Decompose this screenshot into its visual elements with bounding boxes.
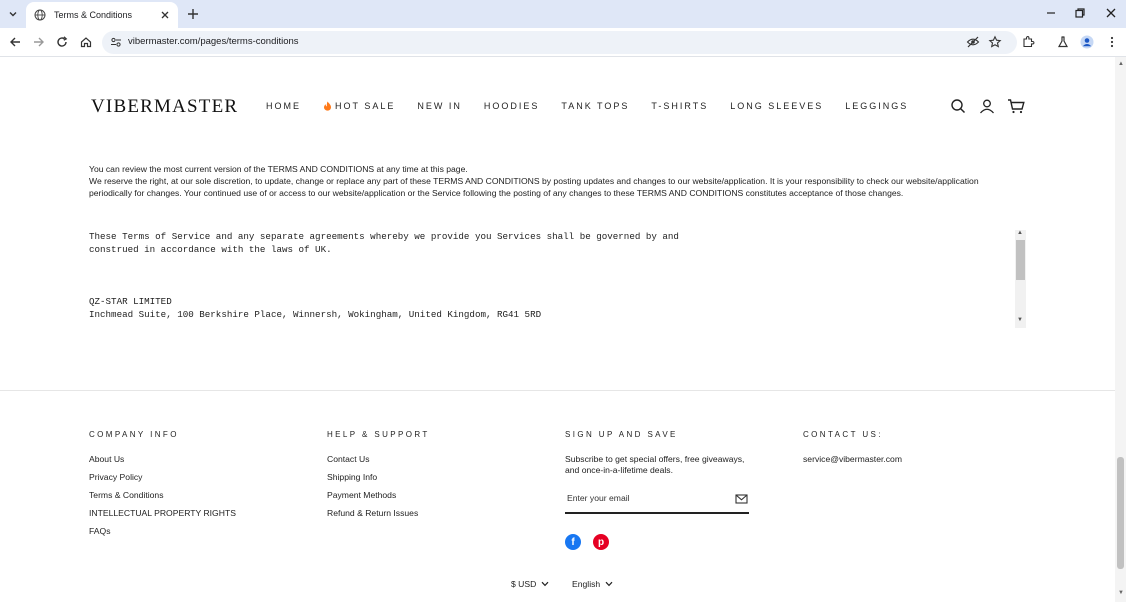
- page-scroll-up-icon[interactable]: ▲: [1118, 61, 1124, 67]
- tab-search-chevron-icon[interactable]: [4, 5, 22, 23]
- company-name: QZ-STAR LIMITED: [89, 296, 172, 307]
- scroll-down-arrow-icon[interactable]: ▼: [1017, 317, 1023, 323]
- footer-link-ip-rights[interactable]: INTELLECTUAL PROPERTY RIGHTS: [89, 508, 236, 518]
- language-selector[interactable]: English: [572, 579, 613, 589]
- footer-link-contact-us[interactable]: Contact Us: [327, 454, 430, 464]
- forward-arrow-icon[interactable]: [32, 35, 46, 49]
- close-window-icon[interactable]: [1105, 7, 1117, 19]
- chevron-down-icon: [605, 581, 613, 587]
- restore-icon[interactable]: [1074, 7, 1086, 19]
- globe-icon: [34, 9, 46, 21]
- governing-law-line: construed in accordance with the laws of…: [89, 244, 332, 255]
- footer-company-info: COMPANY INFO About Us Privacy Policy Ter…: [89, 430, 236, 544]
- main-nav: HOME HOT SALE NEW IN HOODIES TANK TOPS T…: [266, 101, 930, 111]
- terms-paragraph: We reserve the right, at our sole discre…: [89, 176, 979, 198]
- browser-toolbar: vibermaster.com/pages/terms-conditions: [0, 28, 1126, 57]
- page-viewport: VIBERMASTER HOME HOT SALE NEW IN HOODIES…: [0, 57, 1115, 602]
- nav-home[interactable]: HOME: [266, 101, 301, 111]
- footer-link-privacy-policy[interactable]: Privacy Policy: [89, 472, 236, 482]
- currency-selector[interactable]: $ USD: [511, 579, 549, 589]
- newsletter-form: [565, 489, 749, 514]
- nav-long-sleeves[interactable]: LONG SLEEVES: [730, 101, 823, 111]
- chevron-down-icon: [541, 581, 549, 587]
- page-scrollbar[interactable]: ▲ ▼: [1115, 57, 1126, 602]
- footer-divider: [0, 390, 1115, 391]
- footer-heading: HELP & SUPPORT: [327, 430, 430, 439]
- reload-icon[interactable]: [55, 35, 69, 49]
- signup-description: Subscribe to get special offers, free gi…: [565, 454, 745, 475]
- tab-title: Terms & Conditions: [54, 10, 133, 20]
- site-info-icon[interactable]: [110, 36, 122, 48]
- search-icon[interactable]: [950, 98, 966, 114]
- page-scroll-thumb[interactable]: [1117, 457, 1124, 569]
- footer-help-support: HELP & SUPPORT Contact Us Shipping Info …: [327, 430, 430, 526]
- nav-t-shirts[interactable]: T-SHIRTS: [651, 101, 708, 111]
- textbox-scrollbar[interactable]: ▲ ▼: [1015, 230, 1026, 328]
- mail-submit-icon[interactable]: [735, 493, 748, 505]
- footer-link-terms[interactable]: Terms & Conditions: [89, 490, 236, 500]
- cart-icon[interactable]: [1007, 98, 1025, 114]
- footer-link-shipping-info[interactable]: Shipping Info: [327, 472, 430, 482]
- pinterest-icon[interactable]: p: [593, 534, 609, 550]
- page-scroll-down-icon[interactable]: ▼: [1118, 590, 1124, 596]
- governing-law-line: These Terms of Service and any separate …: [89, 231, 679, 242]
- nav-leggings[interactable]: LEGGINGS: [845, 101, 908, 111]
- profile-avatar-icon[interactable]: [1080, 35, 1094, 49]
- labs-flask-icon[interactable]: [1056, 35, 1070, 49]
- extensions-icon[interactable]: [1021, 35, 1035, 49]
- footer-heading: CONTACT US:: [803, 430, 883, 439]
- textbox-scroll-thumb[interactable]: [1016, 240, 1025, 280]
- footer-heading: COMPANY INFO: [89, 430, 179, 439]
- nav-hoodies[interactable]: HOODIES: [484, 101, 540, 111]
- browser-tab[interactable]: Terms & Conditions: [26, 2, 178, 28]
- browser-menu-icon[interactable]: [1105, 35, 1119, 49]
- scroll-up-arrow-icon[interactable]: ▲: [1017, 230, 1023, 236]
- facebook-icon[interactable]: f: [565, 534, 581, 550]
- currency-value: $ USD: [511, 579, 537, 589]
- browser-tab-bar: Terms & Conditions: [0, 0, 1126, 28]
- email-input[interactable]: [567, 493, 717, 503]
- footer-link-payment-methods[interactable]: Payment Methods: [327, 490, 430, 500]
- footer-link-about-us[interactable]: About Us: [89, 454, 236, 464]
- back-arrow-icon[interactable]: [8, 35, 22, 49]
- terms-paragraph: You can review the most current version …: [89, 164, 468, 174]
- account-icon[interactable]: [979, 98, 995, 114]
- home-icon[interactable]: [79, 35, 93, 49]
- new-tab-icon[interactable]: [186, 7, 200, 21]
- terms-text: You can review the most current version …: [89, 163, 1014, 199]
- nav-hot-sale[interactable]: HOT SALE: [323, 101, 395, 111]
- footer-link-refund-return[interactable]: Refund & Return Issues: [327, 508, 430, 518]
- flame-icon: [324, 101, 331, 111]
- contact-email-link[interactable]: service@vibermaster.com: [803, 454, 902, 464]
- url-text: vibermaster.com/pages/terms-conditions: [128, 36, 299, 47]
- nav-new-in[interactable]: NEW IN: [417, 101, 462, 111]
- governing-law-textbox[interactable]: These Terms of Service and any separate …: [89, 230, 1025, 328]
- minimize-icon[interactable]: [1045, 7, 1057, 19]
- address-bar[interactable]: vibermaster.com/pages/terms-conditions: [102, 31, 1017, 54]
- footer-contact: CONTACT US: service@vibermaster.com: [803, 430, 902, 472]
- site-logo[interactable]: VIBERMASTER: [91, 96, 238, 118]
- bookmark-star-icon[interactable]: [988, 35, 1002, 49]
- footer-heading: SIGN UP AND SAVE: [565, 430, 678, 439]
- close-tab-icon[interactable]: [160, 10, 170, 20]
- company-address: Inchmead Suite, 100 Berkshire Place, Win…: [89, 309, 542, 320]
- language-value: English: [572, 579, 601, 589]
- nav-tank-tops[interactable]: TANK TOPS: [561, 101, 629, 111]
- footer-signup: SIGN UP AND SAVE Subscribe to get specia…: [565, 430, 755, 476]
- eye-off-icon[interactable]: [966, 35, 980, 49]
- footer-link-faqs[interactable]: FAQs: [89, 526, 236, 536]
